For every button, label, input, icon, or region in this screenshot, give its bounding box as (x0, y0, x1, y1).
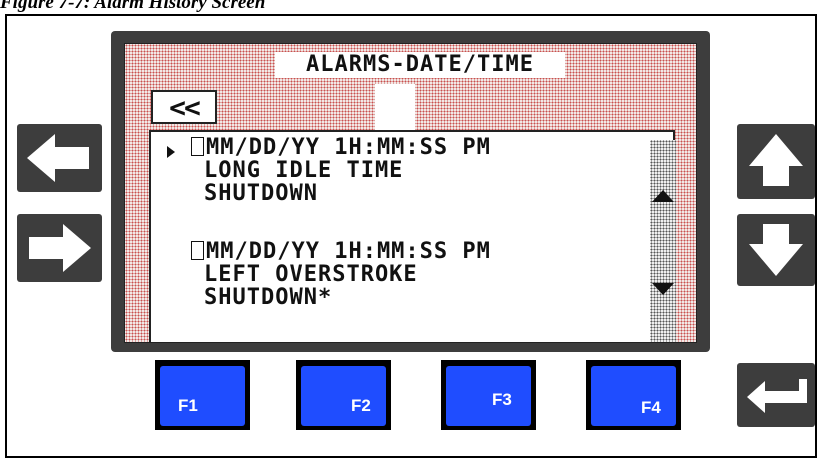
f3-button[interactable]: F3 (441, 360, 536, 430)
down-arrow-icon (749, 224, 803, 276)
up-arrow-icon (749, 134, 803, 186)
alarm-description: LONG IDLE TIME (204, 158, 404, 183)
alarm-status: SHUTDOWN (204, 181, 318, 206)
left-arrow-button[interactable] (17, 124, 102, 192)
right-arrow-icon (29, 224, 91, 272)
checkbox-icon (191, 241, 204, 260)
alarm-status: SHUTDOWN* (204, 285, 333, 310)
f1-label: F1 (178, 396, 198, 415)
alarm-timestamp: MM/DD/YY 1H:MM:SS PM (191, 240, 491, 263)
alarm-entry-1[interactable]: MM/DD/YY 1H:MM:SS PM LONG IDLE TIME SHUT… (191, 136, 491, 205)
scroll-up-icon[interactable] (652, 190, 674, 202)
f4-label: F4 (641, 398, 661, 417)
scroll-down-icon[interactable] (652, 283, 674, 295)
right-arrow-button[interactable] (17, 214, 102, 282)
tab-placeholder (375, 84, 415, 130)
down-arrow-button[interactable] (737, 214, 815, 286)
f3-label: F3 (492, 390, 512, 409)
alarm-description: LEFT OVERSTROKE (204, 262, 418, 287)
alarm-entry-2[interactable]: MM/DD/YY 1H:MM:SS PM LEFT OVERSTROKE SHU… (191, 240, 491, 309)
figure-caption: Figure 7-7: Alarm History Screen (0, 0, 266, 13)
f4-button[interactable]: F4 (586, 360, 681, 430)
up-arrow-button[interactable] (737, 124, 815, 199)
lcd-screen: ALARMS-DATE/TIME << MM/DD/YY 1H:MM:SS PM… (124, 43, 697, 343)
checkbox-icon (191, 137, 204, 156)
alarm-timestamp: MM/DD/YY 1H:MM:SS PM (191, 136, 491, 159)
f1-button[interactable]: F1 (155, 360, 250, 430)
enter-icon (747, 379, 807, 413)
left-arrow-icon (27, 134, 89, 182)
enter-button[interactable] (737, 363, 815, 427)
screen-title: ALARMS-DATE/TIME (275, 52, 565, 78)
f2-label: F2 (351, 396, 371, 415)
alarm-list[interactable]: MM/DD/YY 1H:MM:SS PM LONG IDLE TIME SHUT… (149, 130, 675, 342)
back-button[interactable]: << (151, 90, 217, 124)
selection-pointer-icon (167, 146, 175, 158)
f2-button[interactable]: F2 (296, 360, 391, 430)
scrollbar[interactable] (650, 140, 676, 342)
